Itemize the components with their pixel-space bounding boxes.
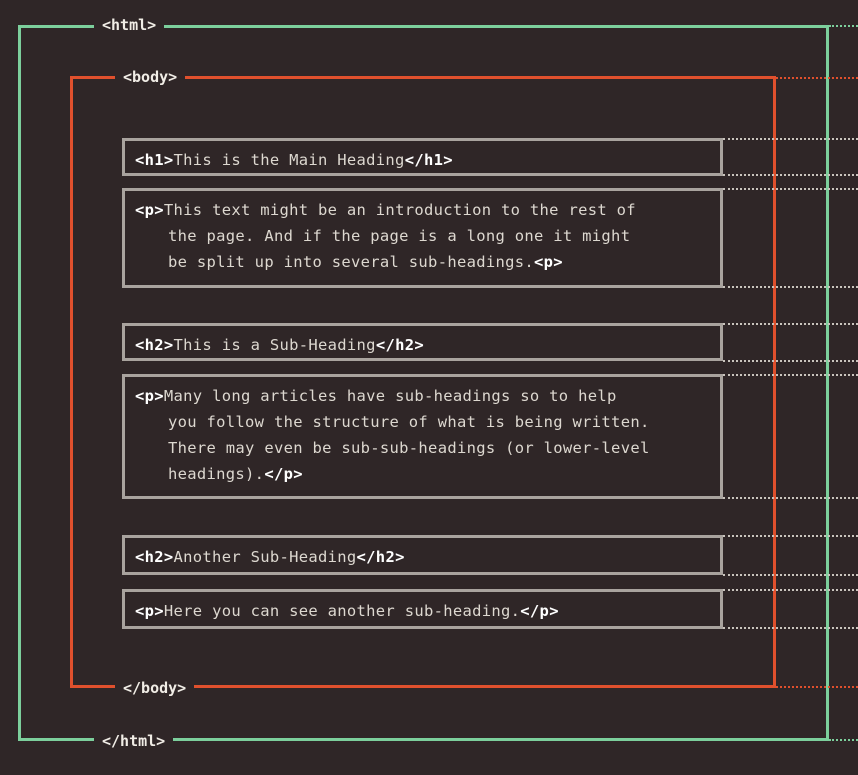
h2b-close-tag: </h2>: [356, 548, 405, 566]
h2b-open-tag: <h2>: [135, 548, 174, 566]
p1-bottom-leader: [723, 286, 858, 288]
h1-open-tag: <h1>: [135, 151, 174, 169]
h1-bottom-leader: [723, 174, 858, 176]
h1-close-tag: </h1>: [404, 151, 453, 169]
h2-element-box-2: <h2>Another Sub-Heading</h2>: [122, 535, 723, 575]
p3-top-leader: [723, 589, 858, 591]
p3-open-tag: <p>: [135, 602, 164, 620]
p3-bottom-leader: [723, 627, 858, 629]
p2-bottom-leader: [723, 497, 858, 499]
body-open-tag: <body>: [115, 68, 186, 86]
p1-line-1: This text might be an introduction to th…: [163, 201, 636, 219]
h1-element-box: <h1>This is the Main Heading</h1>: [122, 138, 723, 176]
html-open-tag: <html>: [94, 16, 165, 34]
p1-line-3: be split up into several sub-headings.: [168, 253, 535, 271]
p2-line-2: you follow the structure of what is bein…: [168, 413, 650, 431]
body-top-leader: [776, 77, 858, 79]
p2-open-tag: <p>: [135, 387, 164, 405]
p1-top-leader: [723, 188, 858, 190]
p2-line-1: Many long articles have sub-headings so …: [163, 387, 617, 405]
h2b-bottom-leader: [723, 574, 858, 576]
h2a-top-leader: [723, 323, 858, 325]
h2a-bottom-leader: [723, 360, 858, 362]
h2a-close-tag: </h2>: [375, 336, 424, 354]
body-bottom-leader: [776, 686, 858, 688]
p2-close-tag: </p>: [264, 465, 303, 483]
html-close-tag: </html>: [94, 732, 174, 750]
p2-line-3: There may even be sub-sub-headings (or l…: [168, 439, 650, 457]
p3-close-tag: </p>: [520, 602, 559, 620]
paragraph-1-element-box: <p>This text might be an introduction to…: [122, 188, 723, 288]
paragraph-2-element-box: <p>Many long articles have sub-headings …: [122, 374, 723, 499]
p1-close-tag: <p>: [534, 253, 563, 271]
p3-text: Here you can see another sub-heading.: [163, 602, 521, 620]
paragraph-3-element-box: <p>Here you can see another sub-heading.…: [122, 589, 723, 629]
h1-top-leader: [723, 138, 858, 140]
p1-line-2: the page. And if the page is a long one …: [168, 227, 631, 245]
h2b-text: Another Sub-Heading: [173, 548, 357, 566]
h2a-text: This is a Sub-Heading: [173, 336, 376, 354]
p1-open-tag: <p>: [135, 201, 164, 219]
html-top-leader: [829, 25, 858, 27]
h2b-top-leader: [723, 535, 858, 537]
html-bottom-leader: [829, 739, 858, 741]
p2-line-4: headings).: [168, 465, 265, 483]
h2-element-box-1: <h2>This is a Sub-Heading</h2>: [122, 323, 723, 361]
h2a-open-tag: <h2>: [135, 336, 174, 354]
p2-top-leader: [723, 374, 858, 376]
h1-text: This is the Main Heading: [173, 151, 405, 169]
body-close-tag: </body>: [115, 679, 195, 697]
